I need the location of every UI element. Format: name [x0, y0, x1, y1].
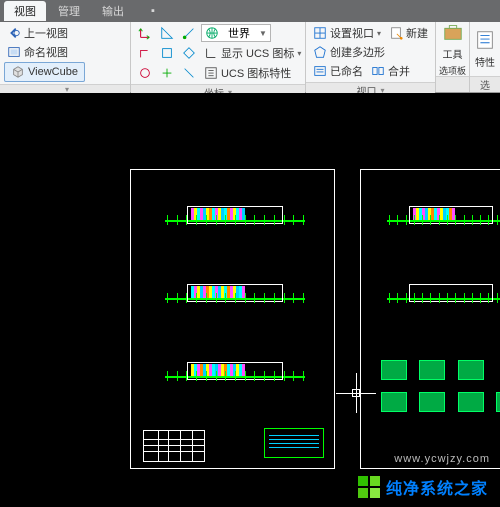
polygon-icon [313, 45, 327, 59]
globe-icon [205, 26, 219, 40]
show-ucs-button[interactable]: 显示 UCS 图标 ▾ [201, 44, 304, 62]
viewcube-icon [11, 65, 25, 79]
props-label: 特性 [475, 54, 495, 69]
floorplan-3 [165, 354, 305, 402]
properties-button[interactable]: 特性 [468, 23, 500, 75]
panel-tools: 工具 选项板 [436, 22, 470, 92]
tab-extra[interactable]: ▪ [136, 1, 170, 21]
ucs-show-icon [204, 46, 218, 60]
merge-icon [371, 64, 385, 78]
toolbox-icon [442, 21, 464, 43]
ucs-tool-2[interactable] [157, 25, 177, 41]
show-ucs-label: 显示 UCS 图标 [221, 45, 294, 61]
ucs-icon-3 [160, 46, 174, 60]
floorplan-1 [165, 198, 305, 246]
watermark-url: www.ycwjzy.com [394, 453, 490, 465]
watermark-logo-icon [358, 476, 380, 498]
menu-tabbar: 视图 管理 输出 ▪ [0, 0, 500, 22]
create-poly-label: 创建多边形 [330, 44, 385, 60]
floorplan-4 [387, 198, 500, 246]
ucs-props-icon [204, 66, 218, 80]
title-block [143, 430, 205, 462]
tab-view[interactable]: 视图 [4, 1, 46, 21]
merge-label: 合并 [388, 63, 410, 79]
drawing-sheet-2 [360, 169, 500, 469]
set-viewport-button[interactable]: 设置视口 ▾ [310, 24, 384, 42]
tab-manage[interactable]: 管理 [48, 1, 90, 21]
ucs-props-label: UCS 图标特性 [221, 65, 291, 81]
floorplan-2 [165, 276, 305, 324]
properties-icon [474, 29, 496, 51]
named-view-label: 命名视图 [24, 44, 68, 60]
new-icon [389, 26, 403, 40]
set-viewport-label: 设置视口 [330, 25, 374, 41]
coord-system-value: 世界 [228, 25, 250, 41]
panel-props: 特性 选 [470, 22, 500, 92]
ucs-xy-icon [160, 26, 174, 40]
merge-button[interactable]: 合并 [368, 62, 413, 80]
scale-block [264, 428, 324, 458]
ribbon: 上一视图 命名视图 ViewCube ▾ [0, 22, 500, 93]
panel-viewport: 设置视口 ▾ 新建 创建多边形 [306, 22, 436, 92]
viewcube-button[interactable]: ViewCube [4, 62, 85, 82]
ucs-tool-4[interactable] [135, 45, 155, 61]
caret-down-icon: ▾ [297, 49, 301, 58]
coord-system-dropdown[interactable]: 世界 ▼ [201, 24, 271, 42]
ucs-tool-9[interactable] [179, 65, 199, 81]
floorplan-5 [387, 276, 500, 324]
panel-coords: 世界 ▼ 显示 UCS 图标 ▾ [131, 22, 306, 92]
tools-label: 工具 [443, 46, 463, 61]
ucs-tool-5[interactable] [157, 45, 177, 61]
ucs-icon-2 [138, 46, 152, 60]
watermark: 纯净系统之家 [352, 471, 494, 503]
back-arrow-icon [7, 26, 21, 40]
panel-tools-title [436, 76, 469, 92]
viewport-icon [313, 26, 327, 40]
create-poly-button[interactable]: 创建多边形 [310, 43, 388, 61]
ucs-icon-6 [160, 66, 174, 80]
ucs-tool-8[interactable] [157, 65, 177, 81]
prev-view-label: 上一视图 [24, 25, 68, 41]
list-icon [313, 64, 327, 78]
panel-views: 上一视图 命名视图 ViewCube ▾ [0, 22, 131, 92]
named-vp-button[interactable]: 已命名 [310, 62, 366, 80]
legend-row-2 [381, 392, 500, 417]
ucs-tool-3[interactable] [179, 25, 199, 41]
ucs-tool-7[interactable] [135, 65, 155, 81]
ucs-icon-5 [138, 66, 152, 80]
bullet-icon: ▪ [146, 4, 160, 18]
prev-view-button[interactable]: 上一视图 [4, 24, 85, 42]
named-view-icon [7, 45, 21, 59]
ucs-z-icon [182, 26, 196, 40]
tool-palette-button[interactable]: 工具 选项板 [433, 23, 472, 75]
ucs-icon-7 [182, 66, 196, 80]
new-viewport-button[interactable]: 新建 [386, 24, 431, 42]
new-viewport-label: 新建 [406, 25, 428, 41]
named-view-button[interactable]: 命名视图 [4, 43, 85, 61]
drawing-sheet-1 [130, 169, 335, 469]
ucs-props-button[interactable]: UCS 图标特性 [201, 64, 294, 82]
tab-output[interactable]: 输出 [92, 1, 134, 21]
ucs-tool-1[interactable] [135, 25, 155, 41]
watermark-text: 纯净系统之家 [386, 475, 488, 499]
legend-row [381, 360, 484, 385]
panel-props-title[interactable]: 选 [470, 76, 500, 92]
drawing-canvas[interactable]: www.ycwjzy.com 纯净系统之家 [0, 93, 500, 507]
caret-down-icon: ▼ [259, 29, 267, 38]
caret-down-icon: ▾ [377, 29, 381, 38]
named-vp-label: 已命名 [330, 63, 363, 79]
viewcube-label: ViewCube [28, 66, 78, 78]
ucs-tool-6[interactable] [179, 45, 199, 61]
ucs-icon-4 [182, 46, 196, 60]
ucs-icon [138, 26, 152, 40]
